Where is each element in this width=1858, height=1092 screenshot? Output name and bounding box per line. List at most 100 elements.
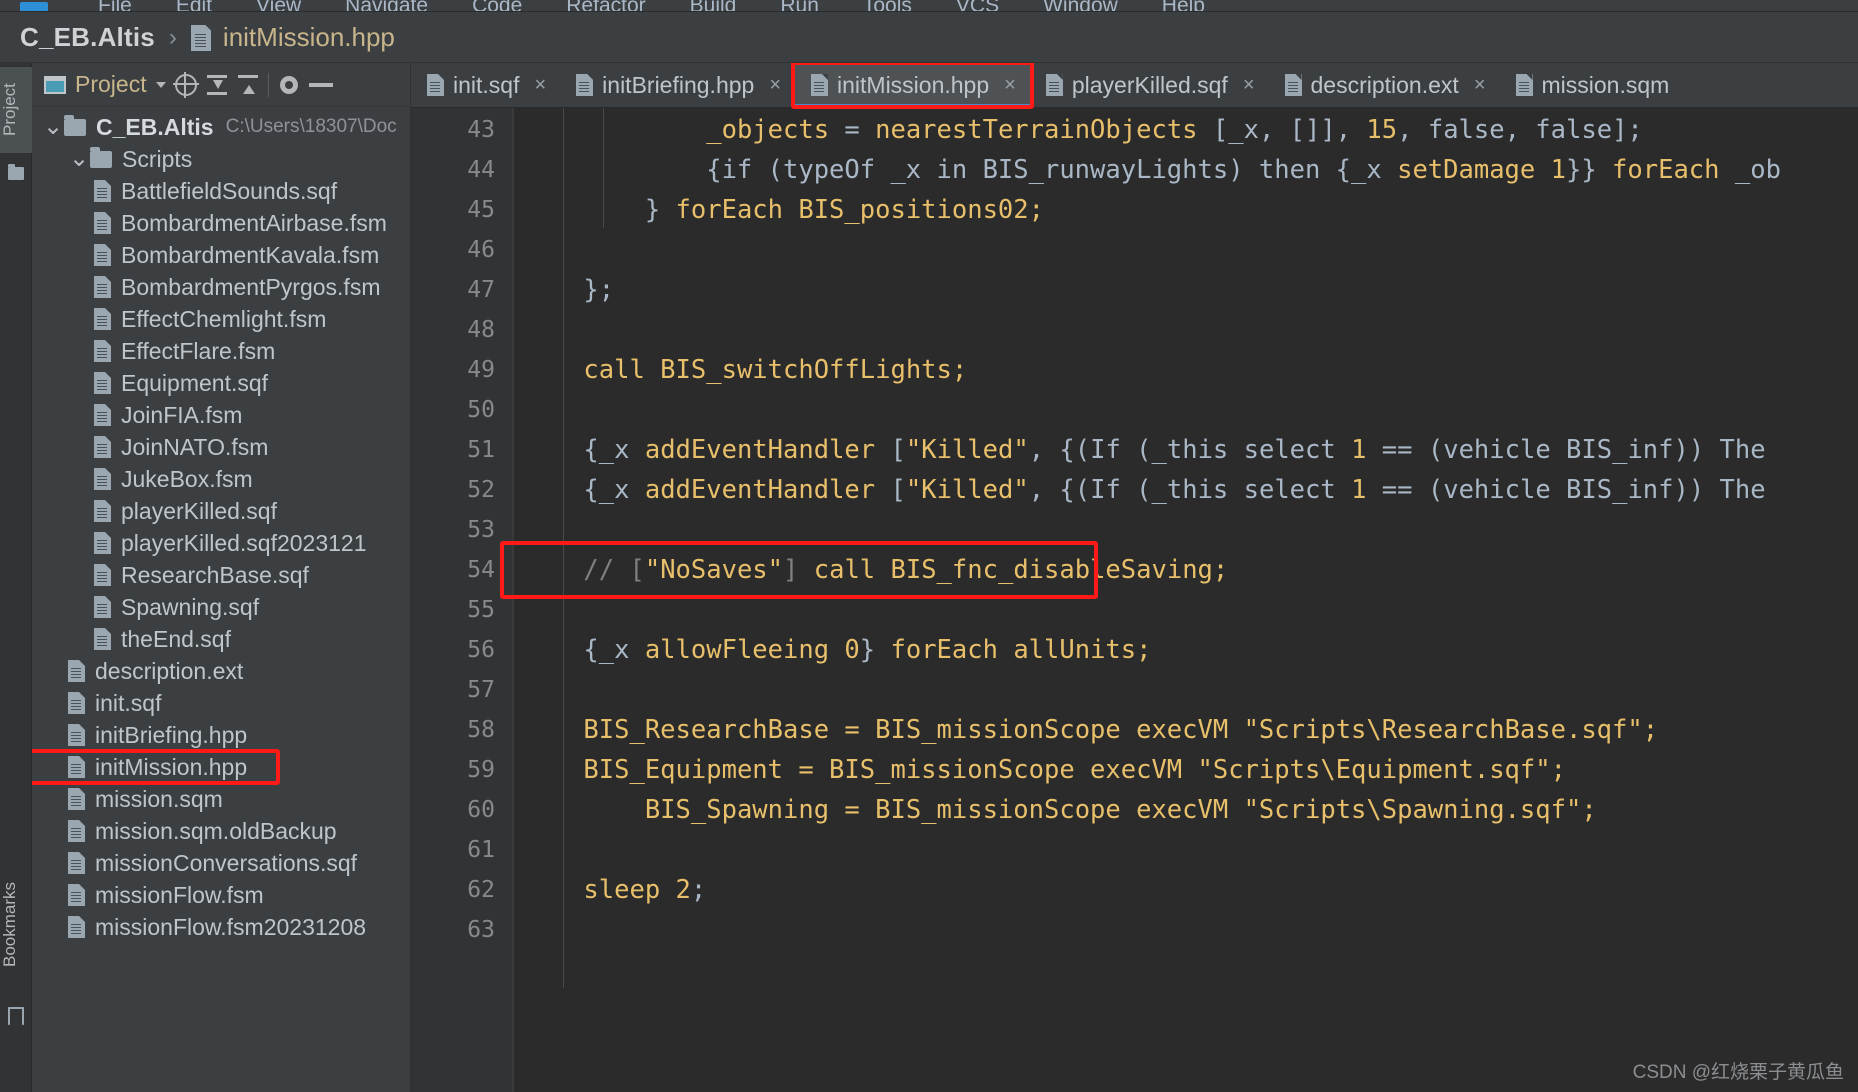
tool-tab-project[interactable]: Project [0, 67, 32, 153]
menu-item-window[interactable]: Window [1043, 0, 1118, 11]
code-line[interactable] [512, 390, 1858, 430]
code-text[interactable]: _objects = nearestTerrainObjects [_x, []… [512, 108, 1858, 1092]
tree-item[interactable]: description.ext [32, 655, 410, 687]
menu-item-navigate[interactable]: Navigate [345, 0, 428, 11]
editor-tab-bar[interactable]: init.sqf × initBriefing.hpp × initMission.hp… [411, 63, 1858, 108]
code-view[interactable]: 43 44 45 46 47 48 49 50 51 52 53 54 55 56 57 58 59 60 61 62… [411, 108, 1858, 1092]
tree-item[interactable]: playerKilled.sqf [32, 495, 410, 527]
editor-tab[interactable]: initMission.hpp × [795, 63, 1030, 107]
code-line[interactable]: {_x addEventHandler ["Killed", {(If (_th… [512, 470, 1858, 510]
menu-item-vcs[interactable]: VCS [956, 0, 999, 11]
code-line[interactable]: BIS_Spawning = BIS_missionScope execVM "… [512, 790, 1858, 830]
tree-item[interactable]: EffectChemlight.fsm [32, 303, 410, 335]
menu-item-code[interactable]: Code [472, 0, 522, 11]
code-line[interactable]: {_x addEventHandler ["Killed", {(If (_th… [512, 430, 1858, 470]
collapse-all-icon[interactable] [237, 74, 259, 96]
tree-item[interactable]: BattlefieldSounds.sqf [32, 175, 410, 207]
menu-bar[interactable]: File Edit View Navigate Code Refactor Bu… [0, 0, 1858, 12]
code-line[interactable]: sleep 2; [512, 870, 1858, 910]
tree-item[interactable]: missionFlow.fsm20231208 [32, 911, 410, 943]
tree-item[interactable]: BombardmentKavala.fsm [32, 239, 410, 271]
menu-item-build[interactable]: Build [690, 0, 737, 11]
tree-item[interactable]: initBriefing.hpp [32, 719, 410, 751]
menu-item-help[interactable]: Help [1162, 0, 1205, 11]
code-line[interactable]: // ["NoSaves"] call BIS_fnc_disableSavin… [512, 550, 1858, 590]
menu-item-refactor[interactable]: Refactor [566, 0, 645, 11]
editor-tab-label: init.sqf [453, 71, 520, 98]
tree-item-label: missionFlow.fsm [95, 881, 264, 908]
expand-all-icon[interactable] [206, 74, 228, 96]
tree-item[interactable]: Spawning.sqf [32, 591, 410, 623]
tree-item[interactable]: init.sqf [32, 687, 410, 719]
editor-tab[interactable]: initBriefing.hpp × [560, 63, 795, 107]
code-line[interactable]: call BIS_switchOffLights; [512, 350, 1858, 390]
code-line[interactable] [512, 910, 1858, 950]
menu-item-tools[interactable]: Tools [863, 0, 912, 11]
tree-item[interactable]: Equipment.sqf [32, 367, 410, 399]
folder-icon[interactable] [8, 164, 24, 180]
menu-item-file[interactable]: File [98, 0, 132, 11]
menu-item-run[interactable]: Run [780, 0, 819, 11]
line-number: 61 [467, 837, 495, 863]
code-line[interactable] [512, 510, 1858, 550]
file-icon [94, 564, 111, 586]
code-line[interactable]: }; [512, 270, 1858, 310]
editor-tab[interactable]: init.sqf × [411, 63, 560, 107]
tree-item[interactable]: BombardmentAirbase.fsm [32, 207, 410, 239]
menu-bar-items[interactable]: File Edit View Navigate Code Refactor Bu… [0, 0, 1858, 11]
tree-item[interactable]: missionConversations.sqf [32, 847, 410, 879]
project-tree[interactable]: ⌄ C_EB.Altis C:\Users\18307\Doc ⌄ Scripts Bat… [32, 107, 410, 943]
tree-item[interactable]: mission.sqm.oldBackup [32, 815, 410, 847]
code-token: ; [1642, 715, 1659, 745]
tree-item[interactable]: JoinNATO.fsm [32, 431, 410, 463]
code-token: addEventHandler [644, 475, 876, 505]
code-line[interactable] [512, 830, 1858, 870]
chevron-down-icon[interactable] [155, 81, 166, 88]
tree-item[interactable]: playerKilled.sqf2023121 [32, 527, 410, 559]
code-line[interactable] [512, 310, 1858, 350]
tree-item[interactable]: mission.sqm [32, 783, 410, 815]
tree-item[interactable]: EffectFlare.fsm [32, 335, 410, 367]
editor-tab[interactable]: playerKilled.sqf × [1030, 63, 1269, 107]
code-line[interactable]: _objects = nearestTerrainObjects [_x, []… [512, 110, 1858, 150]
code-line[interactable] [512, 590, 1858, 630]
editor-tab[interactable]: description.ext × [1269, 63, 1500, 107]
close-tab-icon[interactable]: × [1474, 74, 1486, 97]
menu-item-view[interactable]: View [256, 0, 301, 11]
tree-item[interactable]: ⌄ C_EB.Altis C:\Users\18307\Doc [32, 111, 410, 143]
close-tab-icon[interactable]: × [1004, 74, 1016, 97]
breadcrumb-file[interactable]: initMission.hpp [223, 22, 395, 53]
tree-item[interactable]: theEnd.sqf [32, 623, 410, 655]
code-line[interactable]: } forEach BIS_positions02; [512, 190, 1858, 230]
locate-target-icon[interactable] [172, 71, 199, 98]
chevron-down-icon[interactable]: ⌄ [68, 147, 90, 171]
tree-item-label: theEnd.sqf [121, 625, 231, 652]
gear-icon[interactable] [278, 74, 300, 96]
close-tab-icon[interactable]: × [1243, 74, 1255, 97]
chevron-down-icon[interactable]: ⌄ [42, 115, 64, 139]
minimize-icon[interactable] [308, 82, 333, 87]
code-line[interactable] [512, 670, 1858, 710]
editor-tab[interactable]: mission.sqm [1500, 63, 1684, 107]
code-line[interactable]: {_x allowFleeing 0} forEach allUnits; [512, 630, 1858, 670]
tree-item[interactable]: ⌄ Scripts [32, 143, 410, 175]
tree-item[interactable]: ResearchBase.sqf [32, 559, 410, 591]
tree-item[interactable]: JukeBox.fsm [32, 463, 410, 495]
code-line[interactable]: BIS_ResearchBase = BIS_missionScope exec… [512, 710, 1858, 750]
code-token: BIS_positions02; [783, 195, 1044, 225]
menu-item-edit[interactable]: Edit [176, 0, 212, 11]
code-line[interactable]: {if (typeOf _x in BIS_runwayLights) then… [512, 150, 1858, 190]
tree-item[interactable]: BombardmentPyrgos.fsm [32, 271, 410, 303]
breadcrumb-project[interactable]: C_EB.Altis [20, 22, 155, 53]
tree-item[interactable]: JoinFIA.fsm [32, 399, 410, 431]
code-line[interactable] [512, 230, 1858, 270]
tree-item[interactable]: initMission.hpp [32, 751, 410, 783]
bookmark-icon[interactable] [8, 1007, 24, 1025]
close-tab-icon[interactable]: × [534, 74, 546, 97]
code-token: 1 [1351, 475, 1367, 505]
tree-item[interactable]: missionFlow.fsm [32, 879, 410, 911]
editor-tab-label: description.ext [1310, 71, 1459, 98]
tool-tab-bookmarks[interactable]: Bookmarks [0, 858, 32, 990]
code-line[interactable]: BIS_Equipment = BIS_missionScope execVM … [512, 750, 1858, 790]
close-tab-icon[interactable]: × [769, 74, 781, 97]
